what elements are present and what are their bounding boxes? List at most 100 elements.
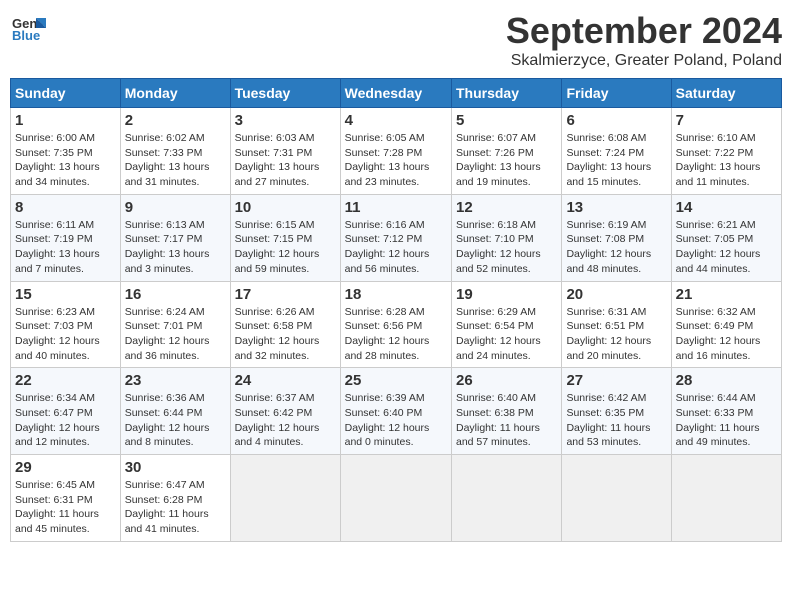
day-info: Sunrise: 6:45 AM Sunset: 6:31 PM Dayligh… [15, 478, 116, 537]
day-info: Sunrise: 6:31 AM Sunset: 6:51 PM Dayligh… [566, 305, 666, 364]
day-number: 13 [566, 199, 666, 216]
day-number: 15 [15, 286, 116, 303]
day-info: Sunrise: 6:40 AM Sunset: 6:38 PM Dayligh… [456, 391, 557, 450]
calendar-week-row: 22 Sunrise: 6:34 AM Sunset: 6:47 PM Dayli… [11, 368, 782, 455]
day-info: Sunrise: 6:18 AM Sunset: 7:10 PM Dayligh… [456, 218, 557, 277]
day-number: 7 [676, 112, 777, 129]
calendar-cell: 13 Sunrise: 6:19 AM Sunset: 7:08 PM Dayli… [562, 194, 671, 281]
day-number: 30 [125, 459, 226, 476]
calendar-cell: 23 Sunrise: 6:36 AM Sunset: 6:44 PM Dayli… [120, 368, 230, 455]
calendar-cell: 14 Sunrise: 6:21 AM Sunset: 7:05 PM Dayli… [671, 194, 781, 281]
day-info: Sunrise: 6:36 AM Sunset: 6:44 PM Dayligh… [125, 391, 226, 450]
calendar-cell: 8 Sunrise: 6:11 AM Sunset: 7:19 PM Daylig… [11, 194, 121, 281]
day-info: Sunrise: 6:23 AM Sunset: 7:03 PM Dayligh… [15, 305, 116, 364]
calendar-table: Sunday Monday Tuesday Wednesday Thursday… [10, 78, 782, 542]
day-info: Sunrise: 6:28 AM Sunset: 6:56 PM Dayligh… [345, 305, 447, 364]
day-info: Sunrise: 6:02 AM Sunset: 7:33 PM Dayligh… [125, 131, 226, 190]
calendar-week-row: 29 Sunrise: 6:45 AM Sunset: 6:31 PM Dayli… [11, 455, 782, 542]
calendar-header-row: Sunday Monday Tuesday Wednesday Thursday… [11, 79, 782, 108]
calendar-cell: 5 Sunrise: 6:07 AM Sunset: 7:26 PM Daylig… [451, 108, 561, 195]
calendar-cell: 21 Sunrise: 6:32 AM Sunset: 6:49 PM Dayli… [671, 281, 781, 368]
day-info: Sunrise: 6:32 AM Sunset: 6:49 PM Dayligh… [676, 305, 777, 364]
day-info: Sunrise: 6:19 AM Sunset: 7:08 PM Dayligh… [566, 218, 666, 277]
day-number: 14 [676, 199, 777, 216]
day-info: Sunrise: 6:16 AM Sunset: 7:12 PM Dayligh… [345, 218, 447, 277]
calendar-cell: 19 Sunrise: 6:29 AM Sunset: 6:54 PM Dayli… [451, 281, 561, 368]
day-info: Sunrise: 6:03 AM Sunset: 7:31 PM Dayligh… [235, 131, 336, 190]
day-info: Sunrise: 6:21 AM Sunset: 7:05 PM Dayligh… [676, 218, 777, 277]
day-info: Sunrise: 6:07 AM Sunset: 7:26 PM Dayligh… [456, 131, 557, 190]
calendar-cell [671, 455, 781, 542]
calendar-week-row: 1 Sunrise: 6:00 AM Sunset: 7:35 PM Daylig… [11, 108, 782, 195]
day-number: 6 [566, 112, 666, 129]
day-info: Sunrise: 6:34 AM Sunset: 6:47 PM Dayligh… [15, 391, 116, 450]
day-number: 24 [235, 372, 336, 389]
day-number: 3 [235, 112, 336, 129]
calendar-cell [340, 455, 451, 542]
calendar-cell [562, 455, 671, 542]
day-info: Sunrise: 6:42 AM Sunset: 6:35 PM Dayligh… [566, 391, 666, 450]
day-number: 9 [125, 199, 226, 216]
logo-icon: General Blue [10, 10, 46, 46]
calendar-cell: 24 Sunrise: 6:37 AM Sunset: 6:42 PM Dayli… [230, 368, 340, 455]
header-sunday: Sunday [11, 79, 121, 108]
calendar-cell: 1 Sunrise: 6:00 AM Sunset: 7:35 PM Daylig… [11, 108, 121, 195]
day-number: 16 [125, 286, 226, 303]
calendar-cell: 16 Sunrise: 6:24 AM Sunset: 7:01 PM Dayli… [120, 281, 230, 368]
day-number: 10 [235, 199, 336, 216]
day-number: 17 [235, 286, 336, 303]
calendar-cell: 30Sunrise: 6:47 AM Sunset: 6:28 PM Dayli… [120, 455, 230, 542]
day-number: 4 [345, 112, 447, 129]
location-title: Skalmierzyce, Greater Poland, Poland [506, 52, 782, 70]
day-number: 2 [125, 112, 226, 129]
header-monday: Monday [120, 79, 230, 108]
day-info: Sunrise: 6:29 AM Sunset: 6:54 PM Dayligh… [456, 305, 557, 364]
day-info: Sunrise: 6:05 AM Sunset: 7:28 PM Dayligh… [345, 131, 447, 190]
header-tuesday: Tuesday [230, 79, 340, 108]
calendar-cell: 28Sunrise: 6:44 AM Sunset: 6:33 PM Dayli… [671, 368, 781, 455]
day-number: 12 [456, 199, 557, 216]
day-number: 27 [566, 372, 666, 389]
calendar-cell: 20Sunrise: 6:31 AM Sunset: 6:51 PM Dayli… [562, 281, 671, 368]
calendar-cell: 3 Sunrise: 6:03 AM Sunset: 7:31 PM Daylig… [230, 108, 340, 195]
logo: General Blue [10, 10, 46, 46]
day-info: Sunrise: 6:15 AM Sunset: 7:15 PM Dayligh… [235, 218, 336, 277]
day-number: 8 [15, 199, 116, 216]
day-info: Sunrise: 6:10 AM Sunset: 7:22 PM Dayligh… [676, 131, 777, 190]
day-number: 29 [15, 459, 116, 476]
day-info: Sunrise: 6:37 AM Sunset: 6:42 PM Dayligh… [235, 391, 336, 450]
day-info: Sunrise: 6:08 AM Sunset: 7:24 PM Dayligh… [566, 131, 666, 190]
day-number: 5 [456, 112, 557, 129]
calendar-cell: 10 Sunrise: 6:15 AM Sunset: 7:15 PM Dayli… [230, 194, 340, 281]
day-info: Sunrise: 6:24 AM Sunset: 7:01 PM Dayligh… [125, 305, 226, 364]
calendar-cell: 12 Sunrise: 6:18 AM Sunset: 7:10 PM Dayli… [451, 194, 561, 281]
calendar-cell: 17Sunrise: 6:26 AM Sunset: 6:58 PM Dayli… [230, 281, 340, 368]
day-number: 22 [15, 372, 116, 389]
calendar-cell: 29 Sunrise: 6:45 AM Sunset: 6:31 PM Dayli… [11, 455, 121, 542]
day-info: Sunrise: 6:00 AM Sunset: 7:35 PM Dayligh… [15, 131, 116, 190]
calendar-cell: 6 Sunrise: 6:08 AM Sunset: 7:24 PM Daylig… [562, 108, 671, 195]
calendar-cell: 7 Sunrise: 6:10 AM Sunset: 7:22 PM Daylig… [671, 108, 781, 195]
header-wednesday: Wednesday [340, 79, 451, 108]
day-info: Sunrise: 6:11 AM Sunset: 7:19 PM Dayligh… [15, 218, 116, 277]
calendar-cell [230, 455, 340, 542]
calendar-cell: 2 Sunrise: 6:02 AM Sunset: 7:33 PM Daylig… [120, 108, 230, 195]
day-number: 21 [676, 286, 777, 303]
svg-text:Blue: Blue [12, 28, 40, 43]
title-area: September 2024 Skalmierzyce, Greater Pol… [506, 10, 782, 70]
month-title: September 2024 [506, 10, 782, 52]
calendar-cell: 15 Sunrise: 6:23 AM Sunset: 7:03 PM Dayli… [11, 281, 121, 368]
calendar-cell: 26Sunrise: 6:40 AM Sunset: 6:38 PM Dayli… [451, 368, 561, 455]
calendar-cell: 18 Sunrise: 6:28 AM Sunset: 6:56 PM Dayli… [340, 281, 451, 368]
day-number: 28 [676, 372, 777, 389]
header-saturday: Saturday [671, 79, 781, 108]
header: General Blue September 2024 Skalmierzyce… [10, 10, 782, 70]
calendar-cell: 4 Sunrise: 6:05 AM Sunset: 7:28 PM Daylig… [340, 108, 451, 195]
calendar-cell [451, 455, 561, 542]
day-number: 19 [456, 286, 557, 303]
day-number: 23 [125, 372, 226, 389]
day-number: 18 [345, 286, 447, 303]
day-number: 1 [15, 112, 116, 129]
day-info: Sunrise: 6:39 AM Sunset: 6:40 PM Dayligh… [345, 391, 447, 450]
calendar-week-row: 8 Sunrise: 6:11 AM Sunset: 7:19 PM Daylig… [11, 194, 782, 281]
